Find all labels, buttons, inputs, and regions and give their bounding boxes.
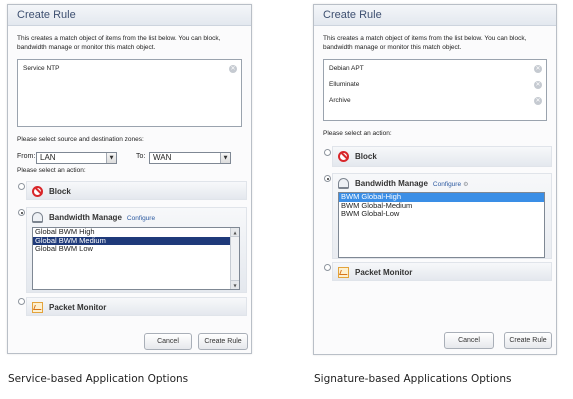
list-item-label: Service NTP bbox=[23, 65, 60, 72]
create-rule-dialog-service: Create Rule This creates a match object … bbox=[7, 4, 252, 354]
bandwidth-manage-icon bbox=[32, 212, 43, 223]
caption-signature-based: Signature-based Applications Options bbox=[314, 373, 512, 385]
action-packet-monitor[interactable]: Packet Monitor bbox=[318, 262, 552, 284]
list-item-label: Debian APT bbox=[329, 65, 364, 72]
to-label: To: bbox=[136, 153, 146, 160]
action-block[interactable]: Block bbox=[318, 146, 552, 170]
zones-prompt: Please select source and destination zon… bbox=[17, 136, 144, 143]
match-object-list: Service NTP ✕ bbox=[17, 59, 242, 127]
monitor-option[interactable]: Packet Monitor bbox=[332, 262, 552, 281]
caption-service-based: Service-based Application Options bbox=[8, 373, 189, 385]
remove-x-icon[interactable]: ✕ bbox=[534, 65, 542, 73]
cancel-button[interactable]: Cancel bbox=[444, 332, 494, 349]
bandwidth-label: Bandwidth Manage Configure ⚙ bbox=[355, 179, 468, 188]
gear-icon[interactable]: ⚙ bbox=[463, 181, 468, 188]
monitor-option[interactable]: Packet Monitor bbox=[26, 297, 247, 316]
cancel-button[interactable]: Cancel bbox=[144, 333, 192, 350]
bwm-object-list[interactable]: BWM Global-High BWM Global-Medium BWM Gl… bbox=[338, 192, 545, 258]
scroll-up-arrow-icon[interactable]: ▲ bbox=[231, 228, 239, 237]
dropdown-arrow-icon[interactable]: ▼ bbox=[220, 153, 230, 163]
monitor-radio[interactable] bbox=[18, 298, 25, 305]
create-rule-dialog-signature: Create Rule This creates a match object … bbox=[313, 4, 557, 355]
list-item[interactable]: Debian APT ✕ bbox=[329, 64, 542, 80]
block-radio[interactable] bbox=[324, 149, 331, 156]
action-block[interactable]: Block bbox=[12, 181, 247, 203]
bandwidth-option[interactable]: Bandwidth Manage Configure ⚙ BWM Global-Hi… bbox=[332, 173, 552, 259]
bandwidth-option[interactable]: Bandwidth Manage Configure Global BWM Hig… bbox=[26, 207, 247, 293]
bandwidth-label-text: Bandwidth Manage bbox=[49, 213, 122, 222]
bandwidth-manage-icon bbox=[338, 178, 349, 189]
list-item-label: Archive bbox=[329, 97, 351, 104]
create-rule-button[interactable]: Create Rule bbox=[504, 332, 552, 349]
bandwidth-label: Bandwidth Manage Configure bbox=[49, 213, 155, 222]
action-bandwidth-manage[interactable]: Bandwidth Manage Configure Global BWM Hig… bbox=[12, 207, 247, 297]
block-radio[interactable] bbox=[18, 183, 25, 190]
configure-link[interactable]: Configure bbox=[433, 181, 461, 188]
block-option[interactable]: Block bbox=[332, 146, 552, 167]
list-item[interactable]: Elluminate ✕ bbox=[329, 80, 542, 96]
from-zone-select[interactable]: LAN ▼ bbox=[36, 152, 117, 164]
action-prompt: Please select an action: bbox=[17, 167, 86, 174]
remove-x-icon[interactable]: ✕ bbox=[534, 97, 542, 105]
dialog-description: This creates a match object of items fro… bbox=[323, 35, 527, 51]
to-zone-value: WAN bbox=[153, 153, 172, 162]
match-object-list: Debian APT ✕ Elluminate ✕ Archive ✕ bbox=[323, 59, 547, 121]
block-icon bbox=[32, 186, 43, 197]
from-label: From: bbox=[17, 153, 36, 160]
bwm-option[interactable]: Global BWM Low bbox=[33, 244, 239, 254]
remove-x-icon[interactable]: ✕ bbox=[229, 65, 237, 73]
bwm-object-list[interactable]: Global BWM High Global BWM Medium Global… bbox=[32, 227, 240, 290]
packet-monitor-icon bbox=[32, 302, 43, 313]
scrollbar[interactable]: ▲ ▼ bbox=[230, 228, 239, 289]
list-item-label: Elluminate bbox=[329, 81, 360, 88]
block-label: Block bbox=[355, 152, 377, 161]
configure-link[interactable]: Configure bbox=[127, 215, 155, 222]
create-rule-button[interactable]: Create Rule bbox=[198, 333, 248, 350]
action-packet-monitor[interactable]: Packet Monitor bbox=[12, 297, 247, 319]
scroll-down-arrow-icon[interactable]: ▼ bbox=[231, 280, 239, 289]
block-label: Block bbox=[49, 187, 71, 196]
monitor-label: Packet Monitor bbox=[355, 268, 413, 277]
bandwidth-label-text: Bandwidth Manage bbox=[355, 179, 428, 188]
dialog-description: This creates a match object of items fro… bbox=[17, 35, 221, 51]
monitor-label: Packet Monitor bbox=[49, 303, 107, 312]
bandwidth-radio[interactable] bbox=[324, 175, 331, 182]
dialog-title: Create Rule bbox=[314, 5, 556, 26]
monitor-radio[interactable] bbox=[324, 264, 331, 271]
packet-monitor-icon bbox=[338, 267, 349, 278]
list-item[interactable]: Archive ✕ bbox=[329, 96, 542, 112]
dialog-title: Create Rule bbox=[8, 5, 251, 26]
action-prompt: Please select an action: bbox=[323, 130, 392, 137]
block-option[interactable]: Block bbox=[26, 181, 247, 200]
from-zone-value: LAN bbox=[40, 153, 56, 162]
zone-selectors: From: LAN ▼ To: WAN ▼ bbox=[8, 149, 251, 165]
action-bandwidth-manage[interactable]: Bandwidth Manage Configure ⚙ BWM Global-Hi… bbox=[318, 173, 552, 261]
to-zone-select[interactable]: WAN ▼ bbox=[149, 152, 231, 164]
remove-x-icon[interactable]: ✕ bbox=[534, 81, 542, 89]
bandwidth-radio[interactable] bbox=[18, 209, 25, 216]
bwm-option[interactable]: BWM Global-Low bbox=[339, 209, 544, 219]
block-icon bbox=[338, 151, 349, 162]
list-item[interactable]: Service NTP ✕ bbox=[23, 64, 237, 80]
dropdown-arrow-icon[interactable]: ▼ bbox=[106, 153, 116, 163]
